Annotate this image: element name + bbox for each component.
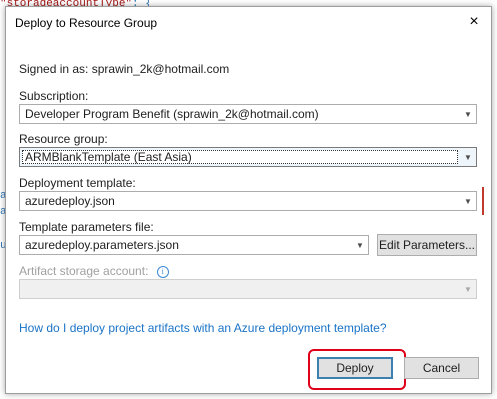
- dialog-body: Signed in as: sprawin_2k@hotmail.com Sub…: [6, 37, 491, 393]
- deployment-template-dropdown[interactable]: azuredeploy.json ▼: [19, 191, 477, 211]
- cancel-button[interactable]: Cancel: [404, 357, 479, 379]
- subscription-label: Subscription:: [19, 89, 89, 103]
- artifact-storage-label: Artifact storage account:: [19, 264, 149, 278]
- signed-in-row: Signed in as: sprawin_2k@hotmail.com: [19, 62, 229, 76]
- dialog-titlebar[interactable]: Deploy to Resource Group ×: [6, 7, 491, 37]
- template-parameters-value: azuredeploy.parameters.json: [25, 238, 179, 252]
- subscription-value: Developer Program Benefit (sprawin_2k@ho…: [25, 107, 319, 121]
- template-parameters-label: Template parameters file:: [19, 220, 154, 234]
- close-icon: ×: [469, 13, 479, 30]
- resource-group-label: Resource group:: [19, 132, 108, 146]
- artifact-storage-row: Artifact storage account: i: [19, 264, 169, 278]
- subscription-dropdown[interactable]: Developer Program Benefit (sprawin_2k@ho…: [19, 104, 477, 124]
- help-link[interactable]: How do I deploy project artifacts with a…: [19, 321, 387, 335]
- close-button[interactable]: ×: [463, 11, 485, 33]
- signed-in-user: sprawin_2k@hotmail.com: [91, 62, 230, 76]
- artifact-storage-dropdown: ▼: [19, 279, 477, 299]
- deployment-template-label: Deployment template:: [19, 176, 136, 190]
- edit-parameters-button[interactable]: Edit Parameters...: [377, 234, 477, 256]
- template-parameters-dropdown[interactable]: azuredeploy.parameters.json ▼: [19, 235, 369, 255]
- dialog-title: Deploy to Resource Group: [15, 16, 158, 30]
- resource-group-dropdown[interactable]: ARMBlankTemplate (East Asia) ▼: [19, 147, 477, 167]
- chevron-down-icon: ▼: [464, 196, 472, 206]
- chevron-down-icon: ▼: [464, 152, 472, 162]
- background-red-marker: [482, 187, 484, 215]
- deployment-template-value: azuredeploy.json: [25, 194, 115, 208]
- chevron-down-icon: ▼: [464, 284, 472, 294]
- deploy-button[interactable]: Deploy: [317, 357, 393, 379]
- signed-in-label: Signed in as:: [19, 62, 89, 76]
- chevron-down-icon: ▼: [464, 109, 472, 119]
- info-icon[interactable]: i: [156, 266, 169, 278]
- deploy-dialog: Deploy to Resource Group × Signed in as:…: [5, 6, 492, 394]
- resource-group-value: ARMBlankTemplate (East Asia): [25, 150, 192, 164]
- chevron-down-icon: ▼: [356, 240, 364, 250]
